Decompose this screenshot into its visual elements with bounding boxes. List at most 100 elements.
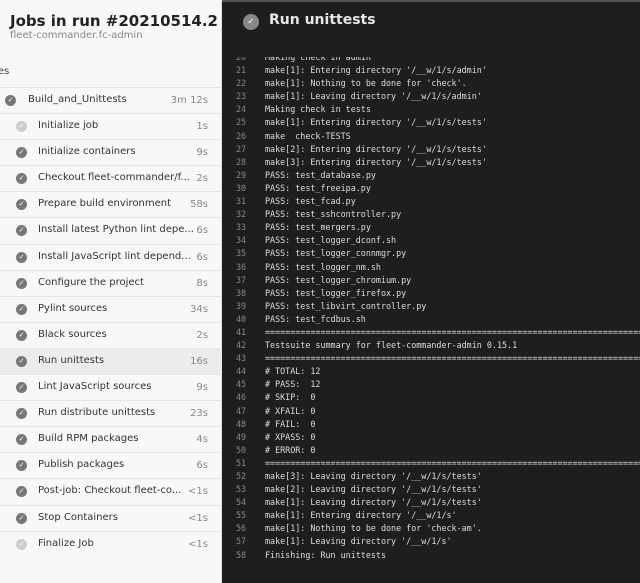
line-number: 52 (236, 471, 247, 481)
line-number: 34 (236, 235, 247, 246)
check-circle-icon: ✓ (16, 121, 27, 133)
log-line: 44 # TOTAL: 12 (222, 365, 640, 378)
line-number: 39 (236, 300, 247, 311)
step-label: Initialize job (38, 120, 99, 132)
log-line: 49 # XPASS: 0 (222, 431, 640, 444)
step-row[interactable]: ✓ Initialize containers 9s (0, 139, 222, 165)
job-duration: 3m 12s (170, 95, 208, 106)
check-circle-icon: ✓ (16, 173, 27, 185)
step-row[interactable]: ✓ Configure the project 8s (0, 269, 222, 296)
step-row[interactable]: ✓ Checkout fleet-commander/f... 2s (0, 165, 222, 191)
step-row[interactable]: ✓ Run distribute unittests 23s (0, 400, 222, 426)
step-row[interactable]: ✓ Build RPM packages 4s (0, 426, 222, 452)
log-line: 21 make[1]: Entering directory '/__w/1/s/… (222, 64, 640, 77)
line-number: 54 (236, 497, 247, 508)
line-text: PASS: test_logger_firefox.py (265, 287, 407, 298)
step-row[interactable]: ✓ Initialize job 1s (0, 113, 222, 139)
line-number: 25 (236, 117, 247, 128)
step-duration: <1s (188, 538, 208, 550)
line-number: 51 (236, 457, 247, 468)
log-line: 23 make[1]: Leaving directory '/__w/1/s/a… (222, 90, 640, 103)
step-row[interactable]: ✓ Prepare build environment 58s (0, 191, 222, 217)
log-line: 46 # SKIP: 0 (222, 391, 640, 404)
log-line: 52 make[3]: Leaving directory '/__w/1/s/t… (222, 470, 640, 483)
check-circle-icon: ✓ (16, 382, 27, 394)
step-row[interactable]: ✓ Publish packages 6s (0, 452, 222, 478)
log-line: 38 PASS: test_logger_firefox.py (222, 287, 640, 300)
step-duration: 9s (196, 382, 208, 394)
log-line: 22 make[1]: Nothing to be done for 'check… (222, 77, 640, 90)
job-row[interactable]: ✓ Build_and_Unittests 3m 12s (0, 87, 222, 113)
step-row[interactable]: ✓ Black sources 2s (0, 321, 222, 348)
line-text: # TOTAL: 12 (265, 366, 321, 377)
line-text: PASS: test_sshcontroller.py (265, 209, 402, 220)
check-circle-icon: ✓ (16, 277, 27, 289)
check-circle-icon: ✓ (16, 329, 27, 341)
log-line: 27 make[2]: Entering directory '/__w/1/s/… (222, 143, 640, 156)
line-text: # ERROR: 0 (265, 444, 316, 455)
log-line: 47 # XFAIL: 0 (222, 405, 640, 418)
line-number: 23 (236, 91, 247, 102)
step-label: Configure the project (38, 276, 144, 288)
step-row[interactable]: ✓ Install latest Python lint depe... 6s (0, 217, 222, 243)
check-circle-icon: ✓ (243, 14, 259, 30)
step-row[interactable]: ✓ Pylint sources 34s (0, 295, 222, 322)
line-number: 55 (236, 510, 247, 521)
log-line: 29 PASS: test_database.py (222, 169, 640, 182)
line-text: make[1]: Entering directory '/__w/1/s' (265, 510, 457, 521)
check-circle-icon: ✓ (5, 95, 16, 106)
line-number: 36 (236, 261, 247, 272)
line-text: make[1]: Entering directory '/__w/1/s/te… (265, 117, 487, 128)
pipeline-name: fleet-commander.fc-admin (10, 30, 143, 41)
step-row[interactable]: ✓ Post-job: Checkout fleet-co... <1s (0, 478, 222, 504)
check-circle-icon: ✓ (16, 303, 27, 315)
step-label: Lint JavaScript sources (38, 381, 152, 393)
step-row[interactable]: ✓ Lint JavaScript sources 9s (0, 374, 222, 400)
log-line: 33 PASS: test_mergers.py (222, 221, 640, 234)
step-duration: 23s (190, 408, 208, 420)
log-line: 32 PASS: test_sshcontroller.py (222, 208, 640, 221)
log-panel: ✓ Run unittests 20 Making check in admin 2… (222, 0, 640, 583)
check-circle-icon: ✓ (16, 199, 27, 211)
step-row[interactable]: ✓ Run unittests 16s (0, 347, 222, 375)
line-text: Finishing: Run unittests (265, 549, 387, 560)
step-row[interactable]: ✓ Finalize Job <1s (0, 530, 222, 557)
check-circle-icon: ✓ (16, 460, 27, 472)
line-text: PASS: test_logger_nm.sh (265, 261, 381, 272)
line-number: 24 (236, 104, 247, 115)
log-line: 40 PASS: test_fcdbus.sh (222, 313, 640, 326)
check-circle-icon: ✓ (16, 434, 27, 446)
step-row[interactable]: ✓ Install JavaScript lint depend... 6s (0, 243, 222, 270)
step-label: Run unittests (38, 354, 105, 366)
log-output[interactable]: 20 Making check in admin 21 make[1]: Enteri… (222, 57, 640, 583)
step-label: Pylint sources (38, 302, 108, 314)
line-text: make[1]: Entering directory '/__w/1/s/ad… (265, 65, 487, 76)
line-number: 38 (236, 287, 247, 298)
line-text: PASS: test_freeipa.py (265, 182, 371, 193)
line-text: ========================================… (265, 326, 640, 337)
page-title: Jobs in run #20210514.2 (10, 12, 218, 30)
line-text: # XFAIL: 0 (265, 405, 316, 416)
log-line: 36 PASS: test_logger_nm.sh (222, 261, 640, 274)
log-line: 55 make[1]: Entering directory '/__w/1/s' (222, 509, 640, 522)
step-label: Prepare build environment (38, 198, 172, 210)
line-text: make[2]: Entering directory '/__w/1/s/te… (265, 143, 487, 154)
log-line: 30 PASS: test_freeipa.py (222, 182, 640, 195)
log-line: 39 PASS: test_libvirt_controller.py (222, 300, 640, 313)
line-text: PASS: test_database.py (265, 169, 376, 180)
log-line: 45 # PASS: 12 (222, 378, 640, 391)
line-text: make check-TESTS (265, 130, 351, 141)
log-line: 37 PASS: test_logger_chromium.py (222, 274, 640, 287)
step-label: Finalize Job (38, 537, 94, 549)
line-number: 28 (236, 156, 247, 167)
line-number: 43 (236, 353, 247, 364)
line-text: make[1]: Nothing to be done for 'check-a… (265, 523, 482, 534)
step-row[interactable]: ✓ Stop Containers <1s (0, 504, 222, 531)
line-text: make[1]: Leaving directory '/__w/1/s' (265, 536, 452, 547)
line-number: 44 (236, 366, 247, 377)
step-duration: 6s (196, 460, 208, 472)
log-line: 24 Making check in tests (222, 103, 640, 116)
log-line: 42 Testsuite summary for fleet-commander-… (222, 339, 640, 352)
line-text: make[2]: Leaving directory '/__w/1/s/tes… (265, 484, 482, 495)
line-number: 53 (236, 484, 247, 495)
